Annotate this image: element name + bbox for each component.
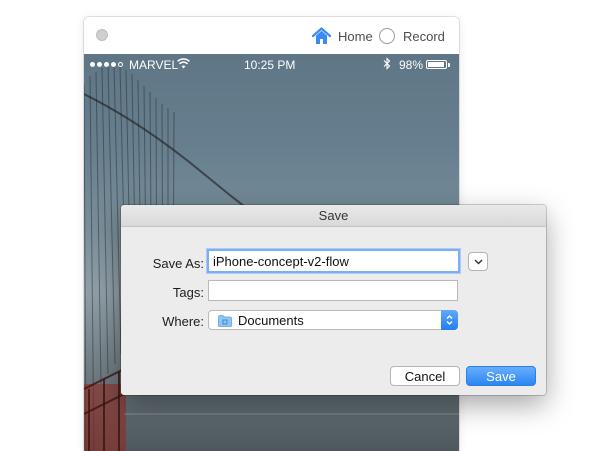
folder-icon <box>218 315 232 327</box>
home-icon <box>312 27 331 44</box>
record-button[interactable]: Record <box>379 26 445 46</box>
cancel-button[interactable]: Cancel <box>390 366 460 386</box>
bluetooth-icon <box>383 57 391 70</box>
chevron-down-icon <box>474 259 482 264</box>
tags-field[interactable] <box>208 280 458 301</box>
expand-button[interactable] <box>468 252 488 271</box>
where-value: Documents <box>238 313 304 328</box>
dialog-title: Save <box>121 205 546 227</box>
save-dialog: Save Save As: Tags: Where: Documents Can… <box>121 205 546 395</box>
where-label: Where: <box>162 314 204 329</box>
save-as-label: Save As: <box>152 256 204 271</box>
record-label: Record <box>403 28 445 44</box>
wifi-icon <box>177 58 190 69</box>
save-as-field[interactable] <box>207 249 460 273</box>
window-close-button[interactable] <box>96 29 108 41</box>
save-button[interactable]: Save <box>466 366 536 386</box>
app-toolbar: Home Record <box>84 17 459 54</box>
where-popup[interactable]: Documents <box>208 310 458 330</box>
status-time: 10:25 PM <box>244 58 296 72</box>
record-icon <box>379 28 395 44</box>
battery-percent: 98% <box>399 58 424 72</box>
updown-arrows-icon <box>441 310 458 330</box>
home-button[interactable]: Home <box>312 26 373 46</box>
carrier-name: MARVEL <box>129 58 179 72</box>
signal-icon <box>90 62 123 67</box>
tags-label: Tags: <box>172 285 204 300</box>
battery-icon <box>426 60 450 69</box>
home-label: Home <box>338 28 373 44</box>
status-bar: MARVEL 10:25 PM 98% <box>84 54 459 76</box>
